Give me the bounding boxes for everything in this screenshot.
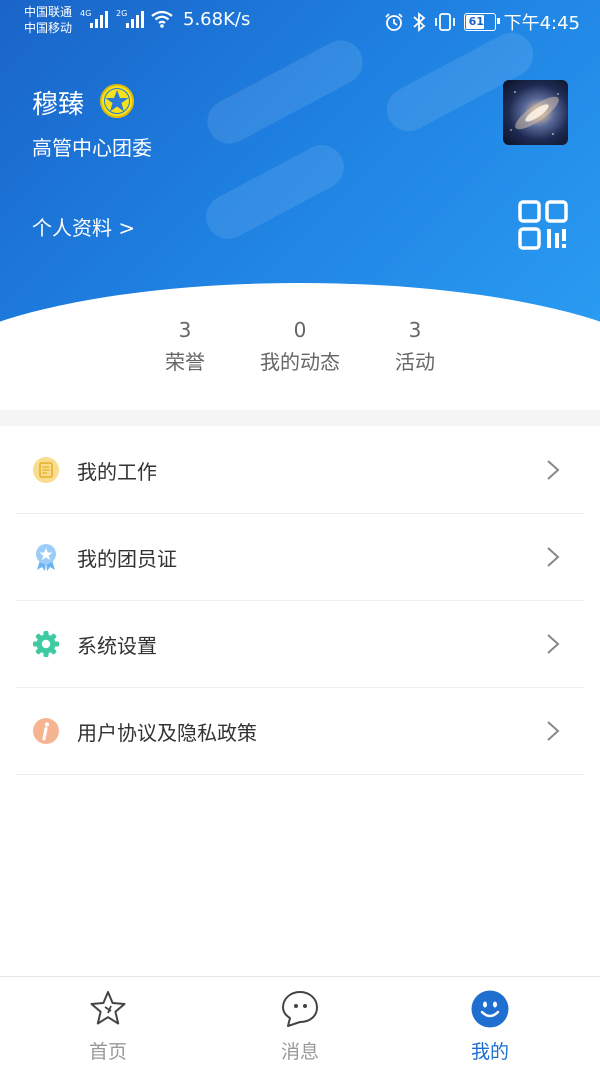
tab-label: 消息 [280,1041,319,1063]
user-name: 穆臻 [32,90,85,120]
user-department: 高管中心团委 [32,136,152,160]
bluetooth-icon [412,12,425,32]
galaxy-avatar-image [510,91,559,135]
tab-mine[interactable]: 我的 [390,977,590,1068]
clock: 下午4:45 [503,13,580,34]
status-right: 61 下午4:45 [384,9,580,35]
battery-icon: 61 [463,13,500,31]
decorative-streak [198,137,352,247]
tab-home[interactable]: 首页 [8,977,208,1068]
qr-code-icon[interactable] [518,200,568,250]
signal-icon [126,10,148,28]
avatar[interactable] [503,80,568,145]
chevron-right-icon [547,547,560,567]
stat-label: 荣誉 [165,350,205,374]
stat-value: 3 [178,318,192,342]
decorative-streak [199,32,371,152]
menu-item-privacy-policy[interactable]: 用户协议及隐私政策 [16,688,584,775]
stat-value: 3 [408,318,422,342]
carrier-1: 中国联通 [24,5,73,19]
chevron-right-icon [547,634,560,654]
carrier-names: 中国联通 中国移动 [24,4,72,36]
section-divider [0,410,600,426]
gear-icon [33,631,59,657]
network-speed: 5.68K/s [183,9,251,30]
chevron-right-icon [547,721,560,741]
wifi-icon [151,10,173,28]
star-icon [90,991,126,1025]
menu-item-settings[interactable]: 系统设置 [16,601,584,688]
menu-item-my-work[interactable]: 我的工作 [16,427,584,514]
smiley-face-icon [471,990,509,1028]
stat-activities[interactable]: 3 活动 [355,318,475,375]
carrier-2: 中国移动 [24,21,73,35]
chat-bubble-icon [282,991,318,1027]
tab-label: 我的 [470,1041,509,1063]
ribbon-badge-icon [36,544,56,571]
menu-item-label: 用户协议及隐私政策 [77,721,257,745]
menu-item-label: 我的工作 [77,460,157,484]
status-bar: 中国联通 中国移动 4G 2G 5.68K/s 61 下午4:45 [0,0,600,40]
stat-honors[interactable]: 3 荣誉 [125,318,245,375]
star-badge-icon [100,84,134,118]
alarm-icon [384,13,403,31]
stat-label: 活动 [395,350,435,374]
tab-label: 首页 [88,1041,127,1063]
stat-my-posts[interactable]: 0 我的动态 [240,318,360,375]
profile-header: 中国联通 中国移动 4G 2G 5.68K/s 61 下午4:45 穆臻 高管中… [0,0,600,330]
chevron-right-icon [547,460,560,480]
battery-level: 61 [468,15,484,28]
menu-item-label: 系统设置 [77,634,157,658]
stat-label: 我的动态 [260,350,340,374]
vibrate-icon [434,13,455,31]
profile-details-link[interactable]: 个人资料 > [32,212,135,241]
info-icon [33,718,59,744]
bottom-tab-bar: 首页 消息 我的 [0,976,600,1068]
menu-item-member-card[interactable]: 我的团员证 [16,514,584,601]
signal-icon [90,10,112,28]
stat-value: 0 [293,318,307,342]
tab-messages[interactable]: 消息 [200,977,400,1068]
document-icon [33,457,59,483]
menu-item-label: 我的团员证 [77,547,177,571]
